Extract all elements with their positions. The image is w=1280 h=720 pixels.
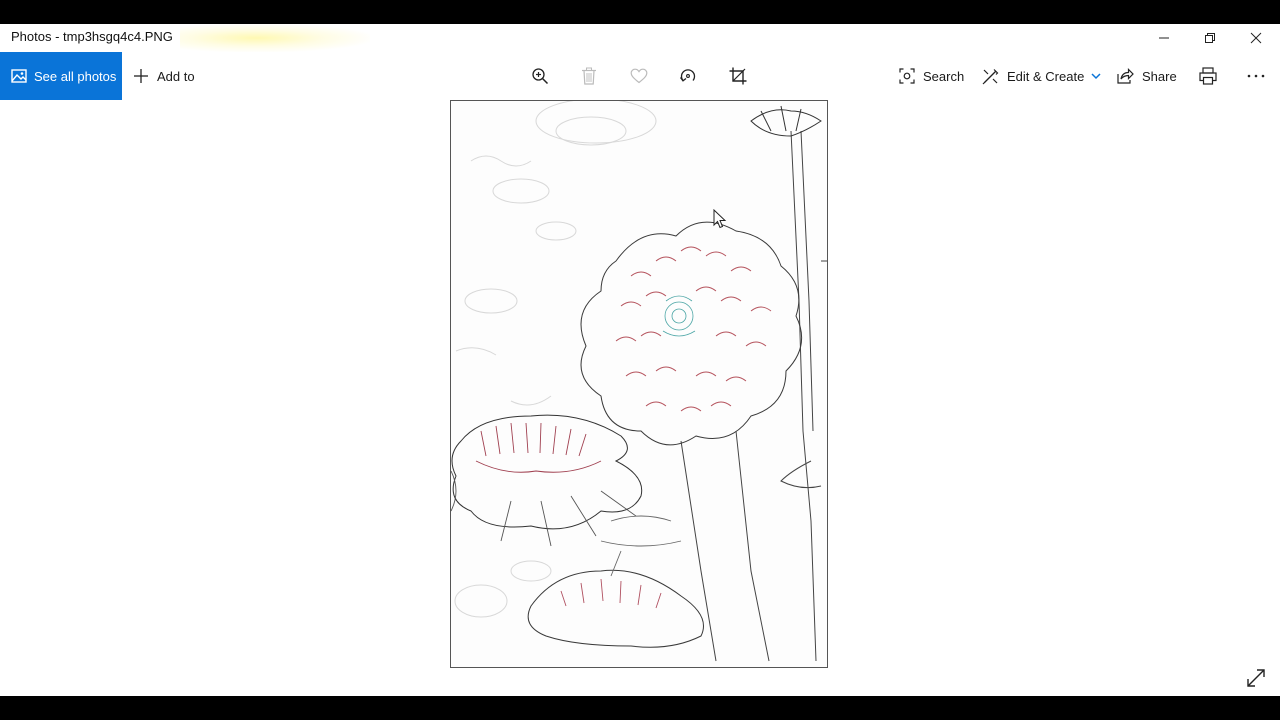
printer-icon [1199, 67, 1217, 85]
photo-viewer-image[interactable] [450, 100, 828, 668]
zoom-in-icon [532, 68, 549, 85]
rotate-button[interactable] [676, 64, 700, 88]
see-all-photos-label: See all photos [34, 68, 117, 84]
trash-icon [582, 67, 596, 85]
restore-button[interactable] [1187, 24, 1233, 52]
chevron-down-icon [1091, 72, 1101, 79]
search-label: Search [923, 68, 965, 84]
toolbar: See all photos Add to Search Edit & Crea… [0, 52, 1280, 100]
edit-create-button[interactable]: Edit & Create [982, 52, 1101, 100]
plus-icon [134, 69, 148, 83]
gallery-icon [11, 68, 27, 84]
share-label: Share [1142, 68, 1177, 84]
restore-icon [1205, 33, 1215, 43]
flower-sketch-image [451, 101, 827, 667]
crop-button[interactable] [726, 64, 750, 88]
print-button[interactable] [1196, 64, 1220, 88]
share-button[interactable]: Share [1117, 52, 1177, 100]
minimize-icon [1159, 37, 1169, 39]
full-screen-button[interactable] [1244, 666, 1268, 690]
pointer-icon [713, 208, 727, 229]
close-button[interactable] [1233, 24, 1279, 52]
title-bar-glow [180, 24, 370, 52]
mouse-cursor [713, 208, 727, 229]
add-to-button[interactable]: Add to [133, 52, 195, 100]
more-dots-icon [1247, 74, 1265, 78]
photos-app-window: Photos - tmp3hsgq4c4.PNG See all photos … [0, 24, 1280, 696]
more-options-button[interactable] [1244, 64, 1268, 88]
share-icon [1117, 68, 1134, 84]
add-to-label: Add to [157, 68, 195, 84]
edit-pen-icon [982, 68, 999, 84]
edit-create-label: Edit & Create [1007, 68, 1085, 84]
title-bar: Photos - tmp3hsgq4c4.PNG [0, 24, 1280, 52]
window-title: Photos - tmp3hsgq4c4.PNG [11, 29, 173, 44]
crop-icon [729, 67, 747, 85]
heart-icon [630, 68, 648, 84]
favorite-button[interactable] [627, 64, 651, 88]
minimize-button[interactable] [1141, 24, 1187, 52]
close-icon [1250, 32, 1262, 44]
rotate-icon [679, 69, 696, 82]
zoom-button[interactable] [528, 64, 552, 88]
expand-arrows-icon [1247, 669, 1265, 687]
visual-search-icon [899, 68, 915, 84]
search-button[interactable]: Search [899, 52, 964, 100]
see-all-photos-button[interactable]: See all photos [0, 52, 122, 100]
delete-button[interactable] [577, 64, 601, 88]
